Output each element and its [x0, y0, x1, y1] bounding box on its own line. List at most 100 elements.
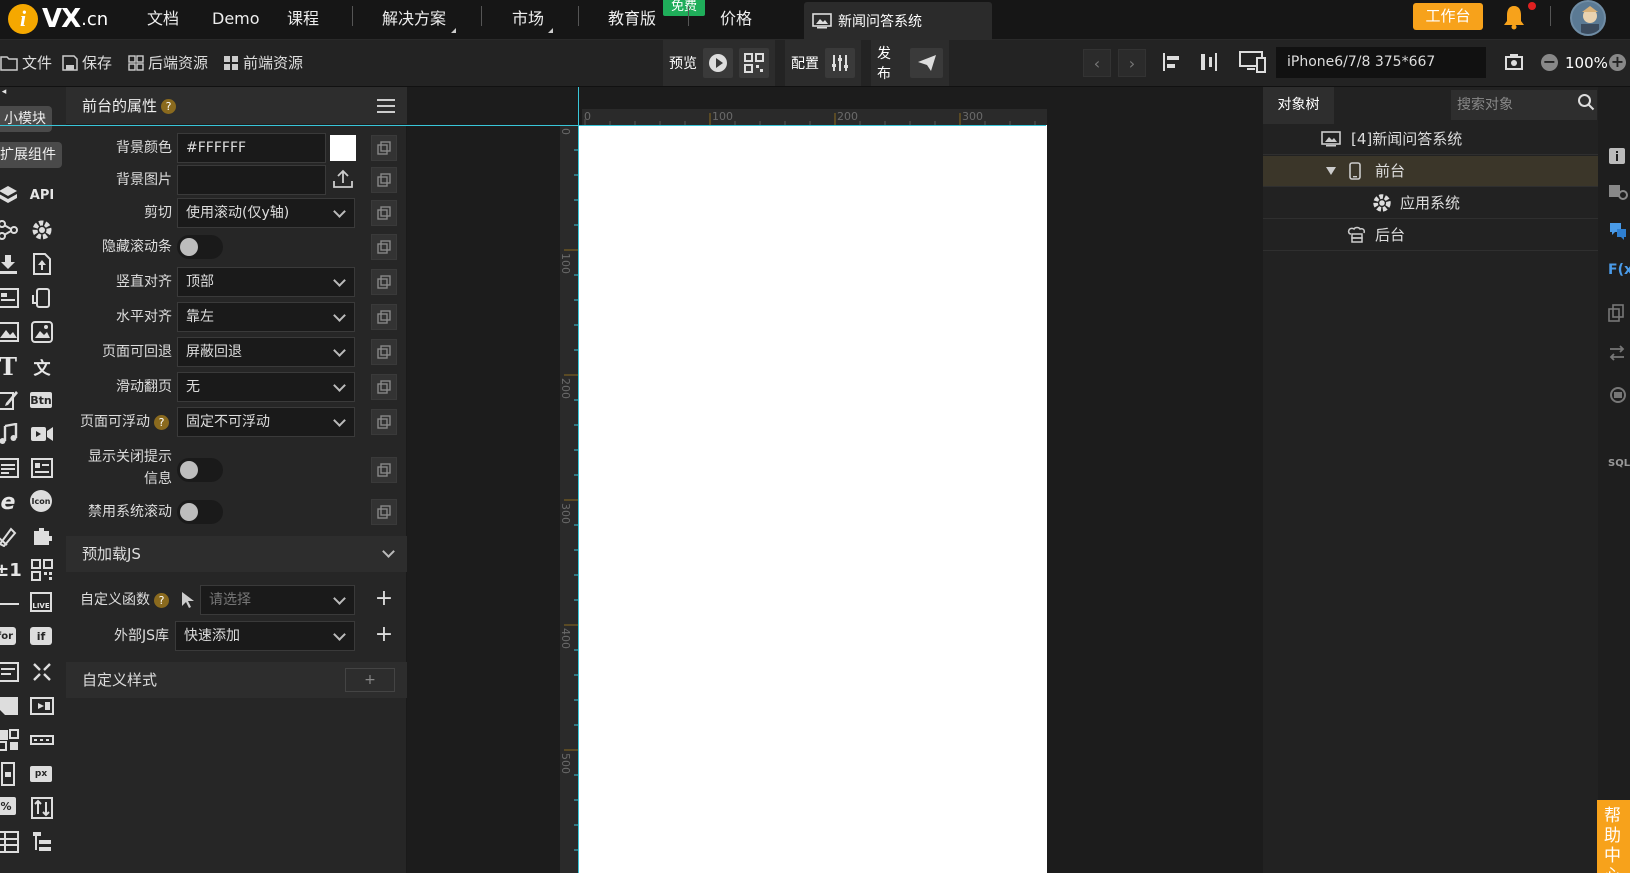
- backend-resources-button[interactable]: 后端资源: [128, 52, 208, 73]
- tab-object-tree[interactable]: 对象树: [1263, 87, 1334, 124]
- clip-select[interactable]: 使用滚动(仅y轴): [177, 198, 355, 228]
- nav-solutions[interactable]: 解决方案: [382, 0, 446, 40]
- events-icon[interactable]: [1608, 221, 1630, 243]
- copy-pages-icon[interactable]: [1608, 304, 1630, 326]
- swap-icon[interactable]: [1608, 345, 1630, 367]
- help-icon[interactable]: ?: [161, 99, 177, 114]
- layout-icon[interactable]: [0, 286, 20, 310]
- text-icon[interactable]: T: [0, 352, 20, 381]
- page-canvas[interactable]: [578, 125, 1047, 873]
- list-icon[interactable]: [0, 660, 20, 684]
- extension-tab[interactable]: 扩展组件: [0, 142, 62, 168]
- external-js-select[interactable]: 快速添加: [175, 621, 355, 651]
- table-icon[interactable]: [0, 830, 20, 854]
- tree-node-appsys[interactable]: 应用系统: [1263, 188, 1598, 219]
- preview-qr-button[interactable]: [739, 48, 769, 78]
- tree-node-frontend[interactable]: 前台: [1263, 156, 1598, 187]
- search-icon[interactable]: [1577, 93, 1595, 115]
- copy-icon[interactable]: [371, 499, 397, 525]
- video-icon[interactable]: [30, 422, 54, 446]
- cursor-pointer-icon[interactable]: [180, 591, 196, 613]
- horizontal-align-select[interactable]: 靠左: [177, 302, 355, 332]
- puzzle-icon[interactable]: [30, 524, 54, 548]
- copy-icon[interactable]: [371, 200, 397, 226]
- device-icon[interactable]: [1239, 50, 1271, 74]
- tree-node-app[interactable]: [4]新闻问答系统: [1263, 124, 1598, 155]
- if-icon[interactable]: if: [30, 627, 52, 645]
- flow-icon[interactable]: [0, 218, 20, 242]
- info-icon[interactable]: [1608, 147, 1630, 169]
- box-icon[interactable]: [0, 183, 20, 207]
- copy-icon[interactable]: [371, 304, 397, 330]
- sql-icon[interactable]: SQL: [1608, 458, 1630, 480]
- card-icon[interactable]: [0, 694, 20, 718]
- help-center-button[interactable]: 帮助中心: [1597, 800, 1630, 873]
- collapse-arrow-icon[interactable]: ◂: [0, 87, 8, 97]
- copy-icon[interactable]: [371, 269, 397, 295]
- translate-icon[interactable]: 文: [30, 354, 54, 379]
- nav-education[interactable]: 教育版: [608, 0, 656, 40]
- gallery-icon[interactable]: [30, 320, 54, 344]
- copy-icon[interactable]: [371, 409, 397, 435]
- screenshot-icon[interactable]: [1504, 52, 1528, 72]
- upload-icon[interactable]: [30, 252, 54, 276]
- bg-image-input[interactable]: [177, 165, 326, 195]
- help-icon[interactable]: ?: [154, 592, 169, 608]
- tree-search-input[interactable]: 搜索对象: [1451, 90, 1597, 120]
- bg-color-input[interactable]: #FFFFFF: [177, 133, 326, 163]
- swipe-page-select[interactable]: 无: [177, 372, 355, 402]
- save-button[interactable]: 保存: [62, 52, 112, 73]
- gear-icon[interactable]: [30, 218, 54, 242]
- zoom-in-icon[interactable]: +: [1609, 54, 1626, 71]
- menu-icon[interactable]: [377, 99, 395, 113]
- copy-icon[interactable]: [371, 135, 397, 161]
- nav-courses[interactable]: 课程: [287, 0, 319, 40]
- edit-icon[interactable]: [0, 388, 20, 412]
- nav-demo[interactable]: Demo: [212, 0, 260, 40]
- preload-js-section[interactable]: 预加载JS: [66, 536, 407, 572]
- tree-icon[interactable]: [30, 830, 54, 854]
- floatable-select[interactable]: 固定不可浮动: [177, 407, 355, 437]
- logo[interactable]: i VX .cn: [8, 4, 108, 34]
- copy-icon[interactable]: [371, 339, 397, 365]
- small-module-tab[interactable]: 小模块: [0, 106, 52, 132]
- frontend-resources-button[interactable]: 前端资源: [223, 52, 303, 73]
- icon-icon[interactable]: Icon: [30, 490, 52, 512]
- px-icon[interactable]: px: [30, 766, 52, 782]
- add-style-button[interactable]: +: [345, 668, 395, 692]
- music-icon[interactable]: [0, 422, 20, 446]
- label-icon[interactable]: [30, 456, 54, 480]
- textbox-icon[interactable]: [0, 456, 20, 480]
- upload-icon[interactable]: [332, 169, 354, 193]
- add-js-button[interactable]: +: [371, 623, 397, 649]
- avatar[interactable]: [1570, 0, 1606, 36]
- counter-icon[interactable]: ±1: [0, 558, 22, 582]
- custom-func-select[interactable]: 请选择: [200, 585, 355, 615]
- live-icon[interactable]: LIVE: [30, 592, 52, 612]
- bell-icon[interactable]: [1503, 4, 1525, 34]
- app-tab[interactable]: 新闻问答系统: [804, 2, 992, 40]
- copy-icon[interactable]: [371, 234, 397, 260]
- for-icon[interactable]: for: [0, 627, 16, 645]
- sort-icon[interactable]: [30, 796, 54, 820]
- percent-icon[interactable]: %: [0, 797, 16, 815]
- redo-arrow-icon[interactable]: ›: [1118, 49, 1146, 77]
- disable-scroll-toggle[interactable]: [177, 500, 223, 524]
- api-icon[interactable]: API: [30, 183, 54, 207]
- nav-icon[interactable]: [30, 694, 54, 718]
- copy-icon[interactable]: [371, 167, 397, 193]
- config-button[interactable]: [825, 48, 855, 78]
- grid-icon[interactable]: [0, 728, 20, 752]
- page-back-select[interactable]: 屏蔽回退: [177, 337, 355, 367]
- qrcode-icon[interactable]: [30, 558, 54, 582]
- distribute-icon[interactable]: [1198, 52, 1222, 72]
- vertical-align-select[interactable]: 顶部: [177, 267, 355, 297]
- nav-pricing[interactable]: 价格: [720, 0, 752, 40]
- file-menu[interactable]: 文件: [0, 52, 52, 73]
- download-icon[interactable]: [0, 252, 20, 276]
- sync-icon[interactable]: [1608, 385, 1630, 407]
- hide-scrollbar-toggle[interactable]: [177, 235, 223, 259]
- preview-play-button[interactable]: [703, 48, 733, 78]
- close-prompt-toggle[interactable]: [177, 458, 223, 482]
- line-icon[interactable]: [0, 592, 20, 616]
